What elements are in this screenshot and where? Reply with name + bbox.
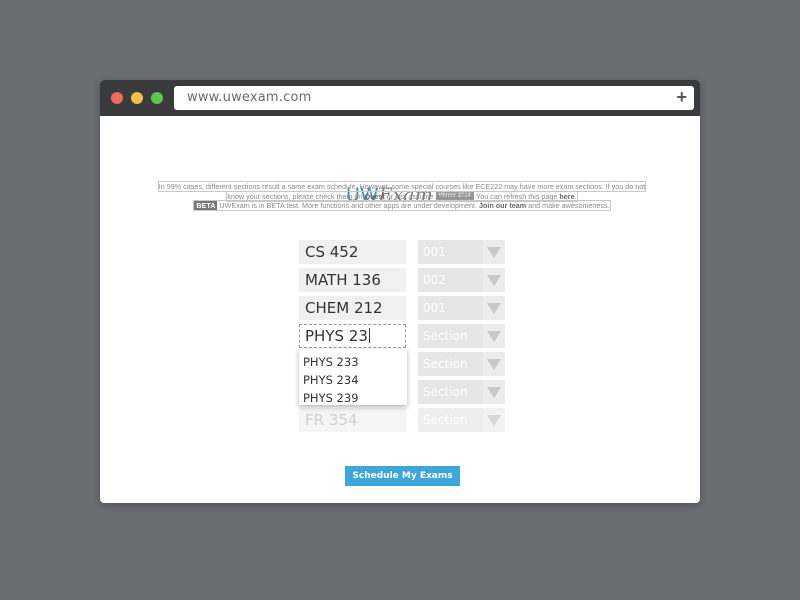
section-value: 001 bbox=[423, 301, 446, 315]
quest-link[interactable]: Quest bbox=[364, 192, 384, 201]
chevron-down-icon bbox=[487, 275, 501, 286]
section-select[interactable]: Section bbox=[418, 408, 505, 432]
notice-text: UWExam is in BETA test. More functions a… bbox=[217, 201, 479, 210]
chevron-down-icon bbox=[487, 331, 501, 342]
autocomplete-option[interactable]: PHYS 239 bbox=[299, 389, 407, 407]
schedule-exams-button[interactable]: Schedule My Exams bbox=[345, 466, 460, 486]
notice-text: . bbox=[574, 191, 577, 201]
close-window-button[interactable] bbox=[111, 92, 123, 104]
chevron-down-icon bbox=[487, 303, 501, 314]
section-select[interactable]: 001 bbox=[418, 240, 505, 264]
dropdown-arrow-button[interactable] bbox=[483, 380, 505, 404]
section-value: 001 bbox=[423, 245, 446, 259]
section-value: Section bbox=[423, 413, 468, 427]
notice-text: and make awesomeness. bbox=[526, 201, 610, 210]
text-cursor bbox=[368, 328, 370, 343]
browser-titlebar: www.uwexam.com + bbox=[100, 80, 700, 116]
join-team-link[interactable]: Join our team bbox=[479, 201, 526, 210]
dropdown-arrow-button[interactable] bbox=[483, 352, 505, 376]
new-tab-button[interactable]: + bbox=[676, 87, 687, 107]
section-select[interactable]: Section bbox=[418, 352, 505, 376]
dropdown-arrow-button[interactable] bbox=[483, 324, 505, 348]
notice-line-1: In 99% cases, different sections result … bbox=[157, 181, 647, 192]
course-input[interactable]: MATH 136 bbox=[299, 268, 406, 292]
dropdown-arrow-button[interactable] bbox=[483, 296, 505, 320]
autocomplete-option[interactable]: PHYS 234 bbox=[299, 371, 407, 389]
notice-text: know your sections, please check them on bbox=[227, 191, 365, 201]
minimize-window-button[interactable] bbox=[131, 92, 143, 104]
dropdown-arrow-button[interactable] bbox=[483, 408, 505, 432]
notice-line-3: BETA UWExam is in BETA test. More functi… bbox=[193, 200, 611, 211]
section-select[interactable]: 001 bbox=[418, 296, 505, 320]
dropdown-arrow-button[interactable] bbox=[483, 268, 505, 292]
autocomplete-dropdown: PHYS 233 PHYS 234 PHYS 239 bbox=[299, 349, 407, 405]
dropdown-arrow-button[interactable] bbox=[483, 240, 505, 264]
notice-text: or just assume section 001. You can refr… bbox=[384, 191, 560, 201]
section-value: Section bbox=[423, 357, 468, 371]
url-text: www.uwexam.com bbox=[187, 90, 312, 105]
section-select[interactable]: Section bbox=[418, 324, 505, 348]
chevron-down-icon bbox=[487, 247, 501, 258]
section-value: Section bbox=[423, 329, 468, 343]
section-select[interactable]: Section bbox=[418, 380, 505, 404]
course-input-value: PHYS 23 bbox=[305, 327, 368, 345]
info-notice: In 99% cases, different sections result … bbox=[138, 181, 666, 211]
chevron-down-icon bbox=[487, 359, 501, 370]
refresh-here-link[interactable]: here bbox=[559, 192, 574, 201]
page-content: UWExam Winter 2014 In 99% cases, differen… bbox=[100, 116, 700, 503]
maximize-window-button[interactable] bbox=[151, 92, 163, 104]
autocomplete-option[interactable]: PHYS 233 bbox=[299, 353, 407, 371]
course-input-placeholder[interactable]: FR 354 bbox=[299, 408, 406, 432]
address-bar[interactable]: www.uwexam.com + bbox=[174, 86, 694, 110]
section-value: 002 bbox=[423, 273, 446, 287]
notice-line-2: know your sections, please check them on… bbox=[226, 190, 578, 202]
course-input-active[interactable]: PHYS 23 bbox=[299, 324, 406, 348]
section-select[interactable]: 002 bbox=[418, 268, 505, 292]
course-input[interactable]: CHEM 212 bbox=[299, 296, 406, 320]
course-input[interactable]: CS 452 bbox=[299, 240, 406, 264]
beta-tag: BETA bbox=[194, 201, 218, 210]
chevron-down-icon bbox=[487, 387, 501, 398]
chevron-down-icon bbox=[487, 415, 501, 426]
section-value: Section bbox=[423, 385, 468, 399]
browser-window: www.uwexam.com + UWExam Winter 2014 In 99… bbox=[100, 80, 700, 503]
